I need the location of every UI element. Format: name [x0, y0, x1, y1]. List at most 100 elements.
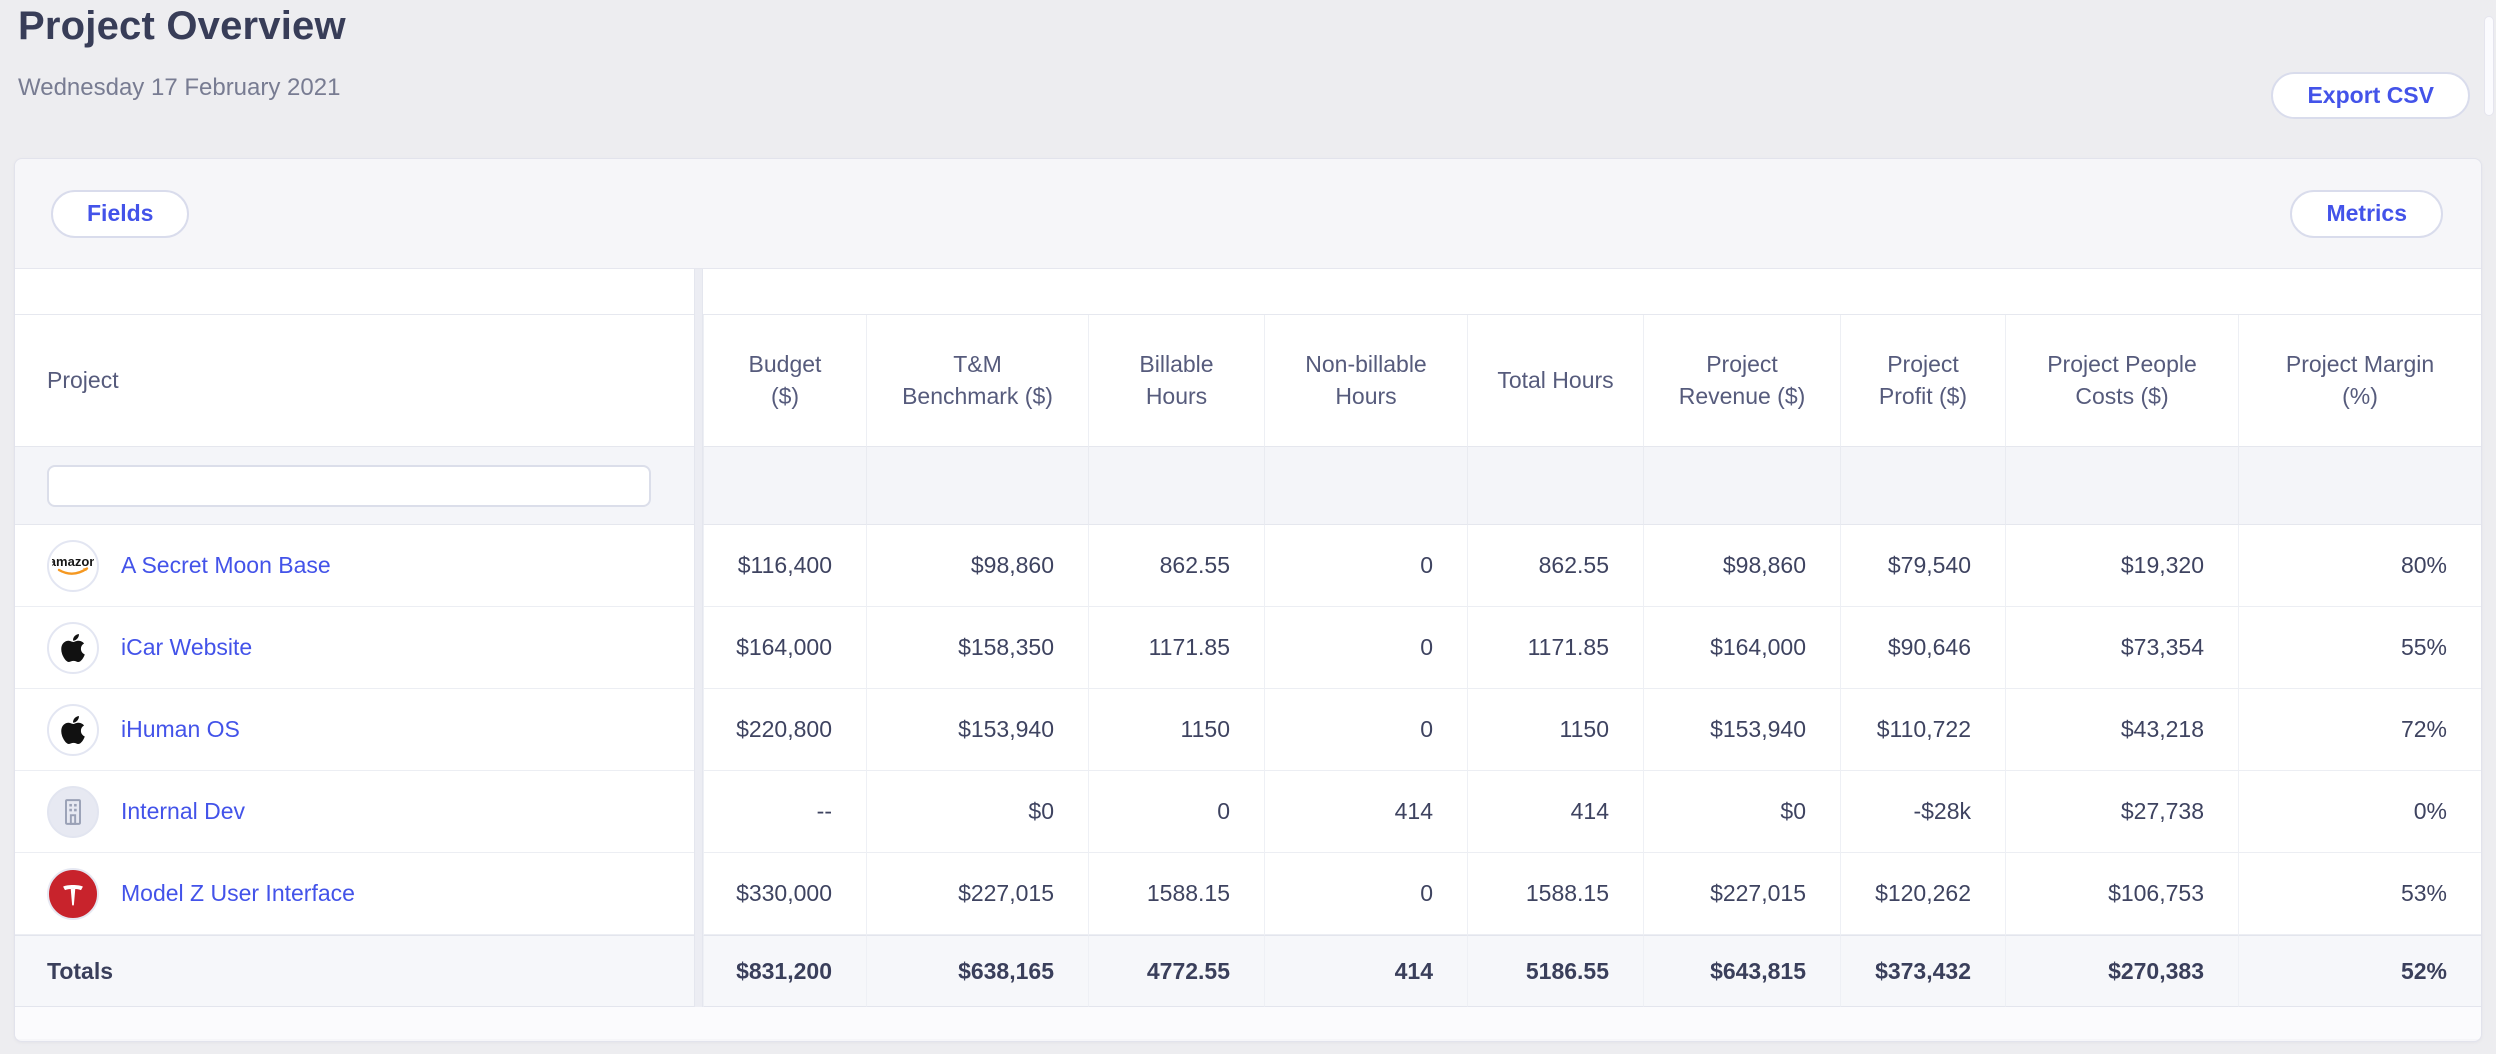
table-toolbar: Fields Metrics: [15, 159, 2481, 269]
page-date: Wednesday 17 February 2021: [18, 74, 340, 102]
table-cell: $227,015: [866, 853, 1088, 935]
group-header-right: [703, 269, 2481, 315]
filter-cell: [1264, 447, 1467, 525]
table-cell: 55%: [2238, 607, 2481, 689]
table-cell: $0: [866, 771, 1088, 853]
tesla-logo: [47, 868, 99, 920]
column-header-project-margin[interactable]: Project Margin (%): [2238, 315, 2481, 447]
project-link[interactable]: iCar Website: [121, 634, 252, 661]
project-link[interactable]: A Secret Moon Base: [121, 552, 331, 579]
table-cell: $90,646: [1840, 607, 2005, 689]
totals-cell: 52%: [2238, 935, 2481, 1007]
column-header-billable-hours[interactable]: Billable Hours: [1088, 315, 1264, 447]
table-cell: $98,860: [1643, 525, 1840, 607]
column-header-total-hours[interactable]: Total Hours: [1467, 315, 1643, 447]
filter-cell: [703, 447, 866, 525]
table-cell: $27,738: [2005, 771, 2238, 853]
table-cell: $330,000: [703, 853, 866, 935]
table-cell: 1171.85: [1088, 607, 1264, 689]
totals-cell: $373,432: [1840, 935, 2005, 1007]
table-footer: [15, 1007, 2481, 1039]
totals-cell: $270,383: [2005, 935, 2238, 1007]
table-cell: 0: [1264, 689, 1467, 771]
group-header-left: [15, 269, 694, 315]
report-card: Fields Metrics Project Budget ($) T&M Be…: [14, 158, 2482, 1042]
table-row-project: Internal Dev: [15, 771, 694, 853]
table-cell: $153,940: [866, 689, 1088, 771]
totals-cell: 414: [1264, 935, 1467, 1007]
totals-cell: $643,815: [1643, 935, 1840, 1007]
export-csv-button[interactable]: Export CSV: [2271, 72, 2470, 119]
column-header-tm-benchmark[interactable]: T&M Benchmark ($): [866, 315, 1088, 447]
table-cell: 0: [1264, 525, 1467, 607]
table-row-project: Model Z User Interface: [15, 853, 694, 935]
totals-cell: $638,165: [866, 935, 1088, 1007]
metrics-button[interactable]: Metrics: [2290, 190, 2443, 238]
page-header: Project Overview Wednesday 17 February 2…: [0, 0, 2496, 158]
table-cell: $116,400: [703, 525, 866, 607]
totals-label: Totals: [15, 935, 694, 1007]
table-cell: 0: [1264, 853, 1467, 935]
column-header-project-profit[interactable]: Project Profit ($): [1840, 315, 2005, 447]
project-link[interactable]: Internal Dev: [121, 798, 245, 825]
building-logo: [47, 786, 99, 838]
amazon-logo: amazon: [47, 540, 99, 592]
table-cell: 1171.85: [1467, 607, 1643, 689]
column-header-project[interactable]: Project: [15, 315, 694, 447]
project-link[interactable]: iHuman OS: [121, 716, 240, 743]
table-cell: $164,000: [1643, 607, 1840, 689]
svg-text:amazon: amazon: [52, 554, 94, 569]
table-cell: 414: [1467, 771, 1643, 853]
column-header-non-billable-hours[interactable]: Non-billable Hours: [1264, 315, 1467, 447]
filter-cell: [1840, 447, 2005, 525]
table-row-project: iHuman OS: [15, 689, 694, 771]
project-filter-input[interactable]: [47, 465, 651, 507]
table-cell: $120,262: [1840, 853, 2005, 935]
totals-cell: 4772.55: [1088, 935, 1264, 1007]
fields-button[interactable]: Fields: [51, 190, 189, 238]
table-cell: $73,354: [2005, 607, 2238, 689]
filter-cell: [866, 447, 1088, 525]
table-cell: $79,540: [1840, 525, 2005, 607]
apple-logo: [47, 704, 99, 756]
vertical-scrollbar-thumb[interactable]: [2484, 16, 2494, 116]
table-cell: $164,000: [703, 607, 866, 689]
table-cell: 1150: [1088, 689, 1264, 771]
table-cell: $43,218: [2005, 689, 2238, 771]
filter-cell: [2005, 447, 2238, 525]
filter-cell: [2238, 447, 2481, 525]
table-cell: 1150: [1467, 689, 1643, 771]
table-cell: $110,722: [1840, 689, 2005, 771]
table-cell: 53%: [2238, 853, 2481, 935]
table-cell: 72%: [2238, 689, 2481, 771]
filter-cell: [1088, 447, 1264, 525]
frozen-column-divider: [694, 269, 703, 1007]
table-cell: 0: [1264, 607, 1467, 689]
filter-cell: [1643, 447, 1840, 525]
table-row-project: amazon A Secret Moon Base: [15, 525, 694, 607]
table-cell: 414: [1264, 771, 1467, 853]
table-cell: $227,015: [1643, 853, 1840, 935]
totals-cell: 5186.55: [1467, 935, 1643, 1007]
table-cell: $220,800: [703, 689, 866, 771]
table-cell: 862.55: [1467, 525, 1643, 607]
table-cell: 0%: [2238, 771, 2481, 853]
table-cell: 1588.15: [1088, 853, 1264, 935]
column-header-project-revenue[interactable]: Project Revenue ($): [1643, 315, 1840, 447]
page-title: Project Overview: [18, 4, 346, 49]
table-row-project: iCar Website: [15, 607, 694, 689]
table-cell: $153,940: [1643, 689, 1840, 771]
table-cell: 1588.15: [1467, 853, 1643, 935]
table-cell: $158,350: [866, 607, 1088, 689]
column-header-budget[interactable]: Budget ($): [703, 315, 866, 447]
table-cell: $19,320: [2005, 525, 2238, 607]
table-cell: -$28k: [1840, 771, 2005, 853]
column-header-project-people-costs[interactable]: Project People Costs ($): [2005, 315, 2238, 447]
table-cell: $98,860: [866, 525, 1088, 607]
projects-table: Project Budget ($) T&M Benchmark ($) Bil…: [15, 269, 2481, 1007]
project-link[interactable]: Model Z User Interface: [121, 880, 355, 907]
table-cell: 862.55: [1088, 525, 1264, 607]
filter-cell: [1467, 447, 1643, 525]
filter-row-project: [15, 447, 694, 525]
totals-cell: $831,200: [703, 935, 866, 1007]
